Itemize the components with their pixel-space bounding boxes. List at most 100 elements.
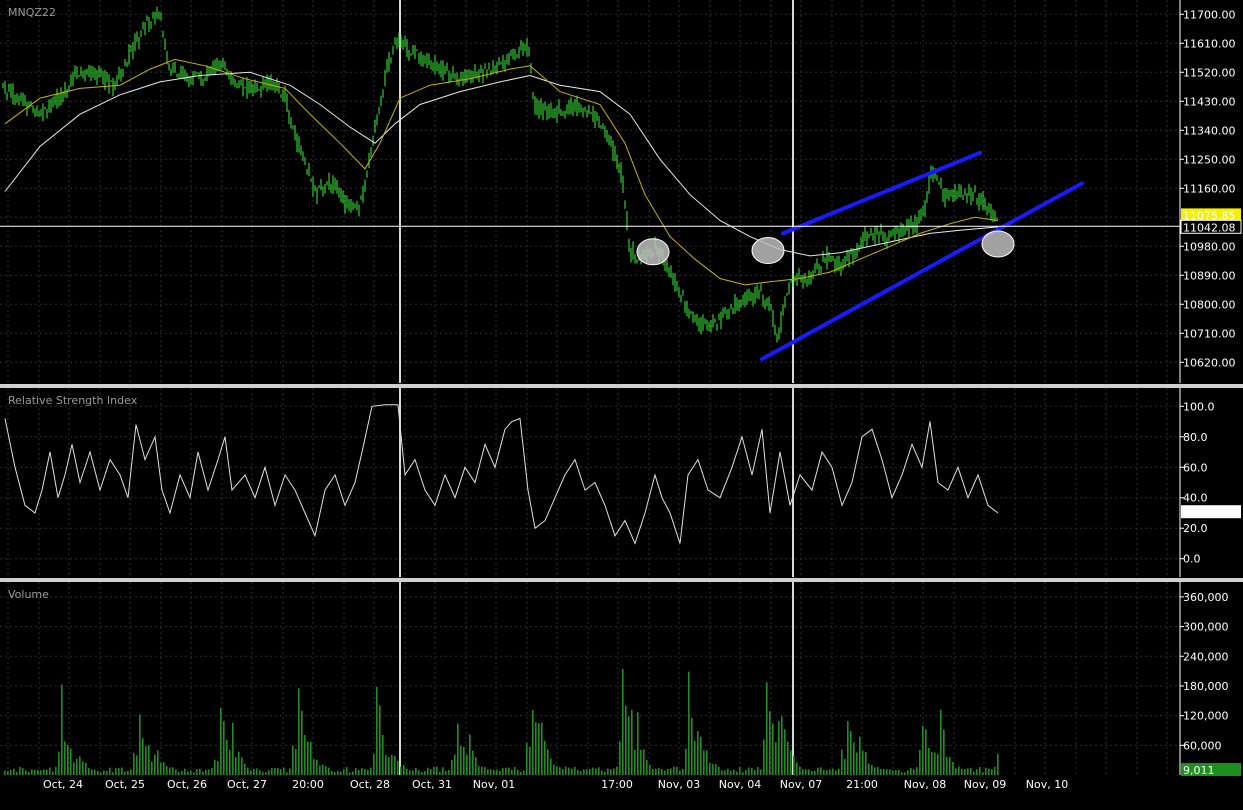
volume-bar (406, 768, 408, 775)
volume-bar (820, 767, 822, 775)
volume-bar (121, 767, 123, 775)
volume-bar (958, 766, 960, 775)
volume-bar (241, 757, 243, 775)
volume-bar (823, 770, 825, 775)
volume-tick-label: 120,000 (1183, 710, 1229, 723)
volume-bar (913, 769, 915, 775)
volume-bar (400, 766, 402, 775)
volume-bar (214, 759, 216, 775)
volume-bar (322, 764, 324, 775)
volume-bar (517, 769, 519, 775)
volume-bar (487, 769, 489, 775)
volume-bar (523, 770, 525, 775)
volume-bar (634, 750, 636, 775)
volume-bar (451, 760, 453, 775)
circle-marker[interactable] (981, 230, 1015, 258)
volume-bar (52, 771, 54, 775)
volume-bar (712, 764, 714, 775)
volume-bar (649, 764, 651, 775)
volume-bar (682, 769, 684, 775)
volume-bar (559, 767, 561, 775)
volume-bar (943, 729, 945, 775)
rsi-current-value: 30.5 (1183, 506, 1208, 519)
volume-bar (436, 766, 438, 775)
panel-divider-2[interactable] (0, 578, 1243, 582)
volume-bar (835, 770, 837, 775)
volume-bar (544, 740, 546, 775)
volume-bar (826, 770, 828, 775)
circle-marker[interactable] (751, 237, 785, 264)
price-tick-label: 11520.00 (1183, 66, 1236, 79)
volume-bar (727, 768, 729, 775)
volume-bar (106, 771, 108, 775)
volume-bar (697, 731, 699, 775)
volume-bar (652, 768, 654, 775)
volume-bar (862, 750, 864, 775)
volume-bar (337, 770, 339, 775)
volume-bar (550, 758, 552, 775)
volume-bar (181, 770, 183, 775)
volume-bar (244, 764, 246, 775)
volume-bar (922, 725, 924, 775)
volume-bar (103, 770, 105, 775)
volume-bar (28, 771, 30, 775)
volume-bar (184, 768, 186, 775)
volume-bar (16, 772, 18, 775)
time-axis-label: Oct, 27 (227, 778, 267, 791)
circle-marker[interactable] (636, 238, 670, 266)
volume-bar (946, 756, 948, 775)
volume-bar (940, 709, 942, 775)
price-tick-label: 11430.00 (1183, 95, 1236, 108)
volume-bar (280, 769, 282, 775)
volume-bar (388, 757, 390, 775)
price-tick-label: 10620.00 (1183, 356, 1236, 369)
volume-bar (283, 767, 285, 775)
volume-tick-label: 240,000 (1183, 650, 1229, 663)
chart-background (0, 0, 1243, 810)
volume-bar (640, 749, 642, 775)
volume-bar (22, 768, 24, 775)
volume-bar (154, 754, 156, 775)
volume-bar (361, 768, 363, 775)
volume-bar (520, 772, 522, 775)
volume-bar (997, 753, 999, 775)
volume-bar (508, 767, 510, 775)
volume-bar (352, 771, 354, 775)
volume-bar (115, 767, 117, 775)
volume-bar (91, 769, 93, 775)
price-tick-label: 10800.00 (1183, 298, 1236, 311)
time-axis-label: 17:00 (601, 778, 633, 791)
volume-bar (232, 722, 234, 775)
volume-bar (904, 772, 906, 775)
volume-bar (928, 747, 930, 775)
volume-bar (985, 767, 987, 775)
volume-bar (202, 771, 204, 775)
rsi-tick-label: 20.0 (1183, 522, 1208, 535)
volume-bar (793, 756, 795, 775)
volume-current-value: 9,011 (1183, 764, 1215, 777)
volume-bar (250, 770, 252, 775)
volume-bar (97, 770, 99, 775)
volume-bar (850, 731, 852, 775)
volume-bar (886, 769, 888, 775)
price-tick-label: 10710.00 (1183, 327, 1236, 340)
panel-divider-1[interactable] (0, 384, 1243, 388)
volume-bar (802, 769, 804, 775)
price-tick-label: 11160.00 (1183, 182, 1236, 195)
volume-bar (235, 757, 237, 775)
volume-bar (514, 766, 516, 775)
volume-bar (949, 757, 951, 775)
volume-bar (907, 770, 909, 775)
volume-bar (868, 763, 870, 775)
volume-bar (706, 750, 708, 775)
volume-bar (925, 729, 927, 775)
price-tick-label: 10980.00 (1183, 240, 1236, 253)
volume-bar (796, 762, 798, 775)
volume-bar (757, 767, 759, 775)
volume-bar (952, 762, 954, 775)
volume-bar (73, 762, 75, 775)
volume-bar (391, 755, 393, 775)
volume-bar (439, 772, 441, 775)
volume-bar (145, 746, 147, 775)
time-axis-label: Nov, 09 (964, 778, 1006, 791)
